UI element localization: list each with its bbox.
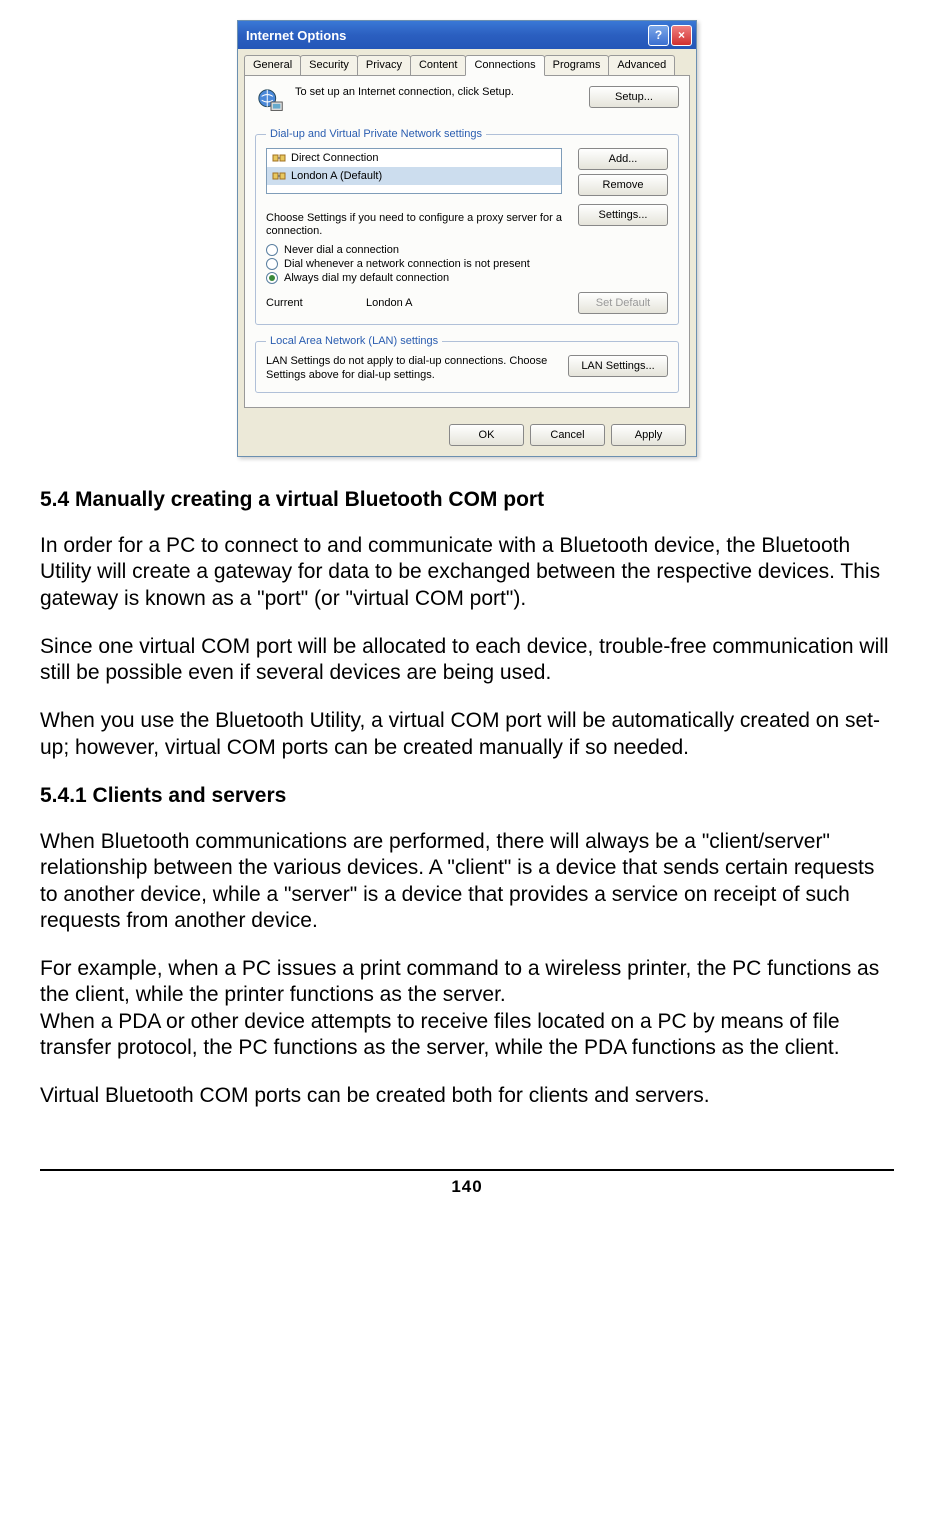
radio-icon	[266, 258, 278, 270]
settings-caption: Choose Settings if you need to configure…	[266, 212, 570, 238]
setup-button[interactable]: Setup...	[589, 86, 679, 108]
lan-settings-button[interactable]: LAN Settings...	[568, 355, 668, 377]
list-item-label: Direct Connection	[291, 152, 378, 164]
tab-general[interactable]: General	[244, 55, 301, 75]
tab-advanced[interactable]: Advanced	[608, 55, 675, 75]
setup-text: To set up an Internet connection, click …	[295, 86, 581, 99]
connection-icon	[271, 168, 287, 184]
paragraph: Virtual Bluetooth COM ports can be creat…	[40, 1083, 894, 1109]
dialup-legend: Dial-up and Virtual Private Network sett…	[266, 128, 486, 140]
cancel-button[interactable]: Cancel	[530, 424, 605, 446]
radio-never-dial[interactable]: Never dial a connection	[266, 244, 668, 256]
tab-content[interactable]: Content	[410, 55, 467, 75]
radio-icon	[266, 244, 278, 256]
tab-security[interactable]: Security	[300, 55, 358, 75]
radio-label: Dial whenever a network connection is no…	[284, 258, 530, 270]
current-value: London A	[366, 297, 568, 309]
heading-5-4: 5.4 Manually creating a virtual Bluetoot…	[40, 487, 894, 513]
list-item[interactable]: London A (Default)	[267, 167, 561, 185]
radio-icon	[266, 272, 278, 284]
ok-button[interactable]: OK	[449, 424, 524, 446]
current-label: Current	[266, 297, 356, 309]
tab-connections[interactable]: Connections	[465, 55, 544, 76]
lan-group: Local Area Network (LAN) settings LAN Se…	[255, 335, 679, 392]
radio-always-dial[interactable]: Always dial my default connection	[266, 272, 668, 284]
page-number: 140	[40, 1177, 894, 1197]
paragraph: In order for a PC to connect to and comm…	[40, 533, 894, 612]
lan-legend: Local Area Network (LAN) settings	[266, 335, 442, 347]
footer-rule	[40, 1169, 894, 1171]
titlebar: Internet Options ? ×	[238, 21, 696, 49]
tabstrip: General Security Privacy Content Connect…	[238, 49, 696, 75]
lan-caption: LAN Settings do not apply to dial-up con…	[266, 355, 560, 381]
document-body: 5.4 Manually creating a virtual Bluetoot…	[40, 487, 894, 1110]
remove-button[interactable]: Remove	[578, 174, 668, 196]
settings-button[interactable]: Settings...	[578, 204, 668, 226]
add-button[interactable]: Add...	[578, 148, 668, 170]
radio-label: Always dial my default connection	[284, 272, 449, 284]
list-item-label: London A (Default)	[291, 170, 382, 182]
set-default-button: Set Default	[578, 292, 668, 314]
radio-dial-when-absent[interactable]: Dial whenever a network connection is no…	[266, 258, 668, 270]
help-button[interactable]: ?	[648, 25, 669, 46]
list-item[interactable]: Direct Connection	[267, 149, 561, 167]
heading-5-4-1: 5.4.1 Clients and servers	[40, 783, 894, 809]
radio-label: Never dial a connection	[284, 244, 399, 256]
dialup-group: Dial-up and Virtual Private Network sett…	[255, 128, 679, 325]
internet-options-dialog: Internet Options ? × General Security Pr…	[237, 20, 697, 457]
tab-panel-connections: To set up an Internet connection, click …	[244, 75, 690, 408]
connection-list[interactable]: Direct Connection London A (Default)	[266, 148, 562, 194]
internet-icon	[255, 86, 287, 118]
dialog-buttons: OK Cancel Apply	[238, 414, 696, 456]
window-title: Internet Options	[246, 28, 346, 43]
close-button[interactable]: ×	[671, 25, 692, 46]
paragraph: Since one virtual COM port will be alloc…	[40, 634, 894, 687]
paragraph: When Bluetooth communications are perfor…	[40, 829, 894, 934]
connection-icon	[271, 150, 287, 166]
apply-button[interactable]: Apply	[611, 424, 686, 446]
tab-privacy[interactable]: Privacy	[357, 55, 411, 75]
paragraph: When you use the Bluetooth Utility, a vi…	[40, 708, 894, 761]
tab-programs[interactable]: Programs	[544, 55, 610, 75]
paragraph: For example, when a PC issues a print co…	[40, 956, 894, 1061]
